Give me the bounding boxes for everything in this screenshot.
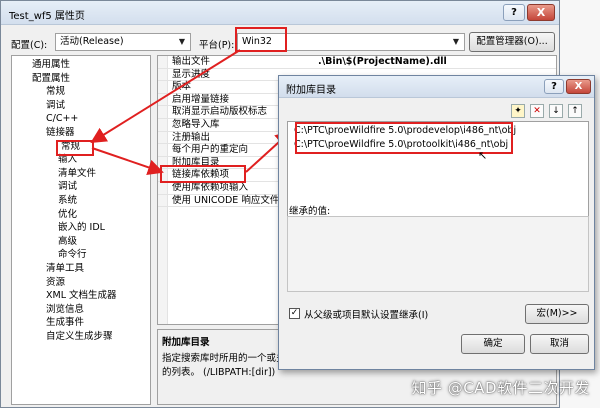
additional-library-dialog: 附加库目录 ? X ✦ ✕ ↓ ↑ C:\PTC\proeWildfire 5.… [278, 75, 595, 370]
macro-button[interactable]: 宏(M)>> [525, 304, 589, 324]
inherit-checkbox-label[interactable]: 从父级或项目默认设置继承(I) [304, 307, 428, 321]
inherit-checkbox[interactable]: ✓ [289, 308, 300, 319]
move-up-icon[interactable]: ↑ [568, 104, 582, 118]
dialog-title-bar: 附加库目录 ? X [279, 76, 594, 98]
inherited-values-box [287, 216, 589, 292]
move-down-icon[interactable]: ↓ [549, 104, 563, 118]
dialog-title: 附加库目录 [286, 85, 336, 96]
inherited-label: 继承的值: [289, 206, 331, 217]
new-folder-icon[interactable]: ✦ [511, 104, 525, 118]
delete-icon[interactable]: ✕ [530, 104, 544, 118]
arrow-to-grid [91, 147, 164, 176]
cancel-button[interactable]: 取消 [530, 334, 589, 354]
dialog-help-button[interactable]: ? [544, 79, 564, 94]
cursor-icon: ↖ [478, 149, 488, 162]
arrow-to-tree [90, 49, 241, 144]
dialog-close-button[interactable]: X [566, 79, 591, 94]
ok-button[interactable]: 确定 [461, 334, 525, 354]
watermark: 知乎 @CAD软件二次开发 [411, 379, 590, 397]
